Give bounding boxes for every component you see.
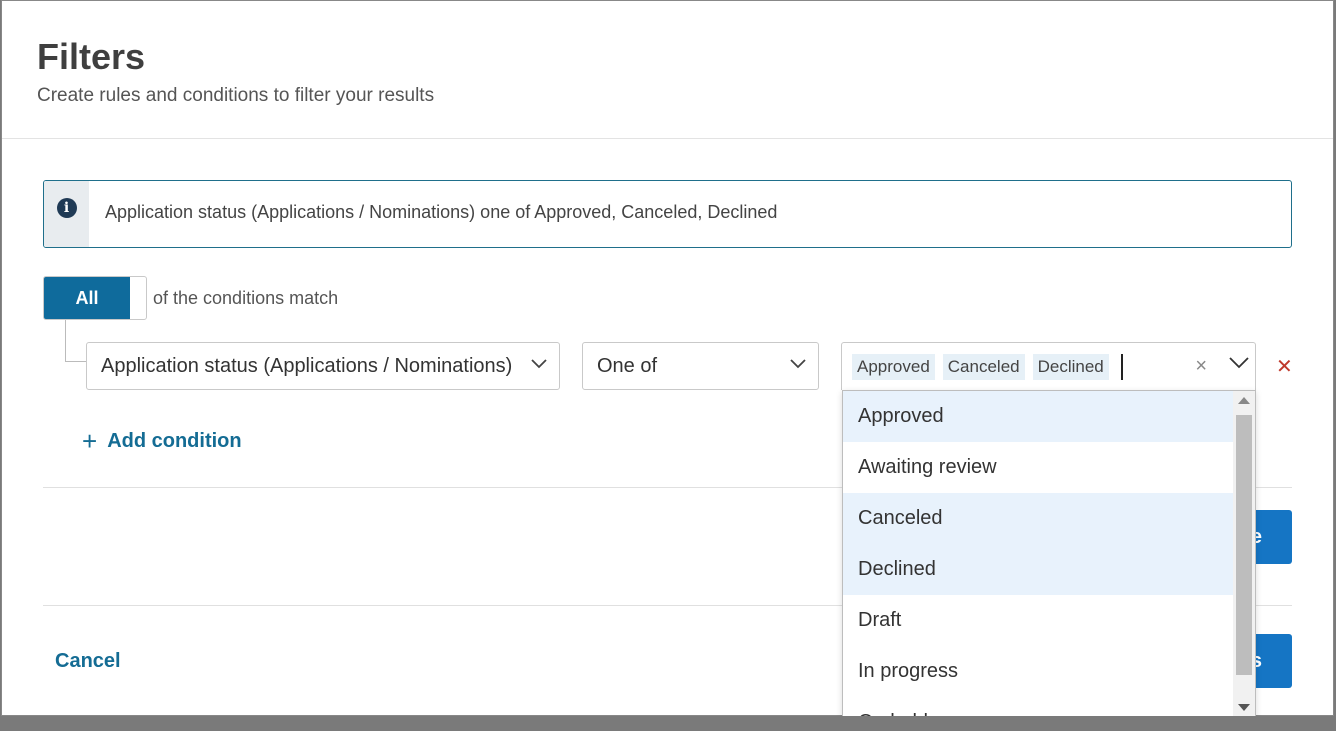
add-condition-label: Add condition [107,429,242,452]
option-canceled[interactable]: Canceled [843,493,1233,544]
modal-header: Filters Create rules and conditions to f… [2,1,1333,139]
condition-field-select[interactable]: Application status (Applications / Nomin… [86,342,560,390]
values-dropdown-list: Approved Awaiting review Canceled Declin… [842,390,1256,720]
condition-values-multiselect[interactable]: Approved Canceled Declined × [841,342,1256,390]
remove-condition-icon[interactable]: ✕ [1276,354,1293,379]
cancel-button[interactable]: Cancel [55,650,121,673]
text-cursor [1120,353,1123,380]
clear-values-icon[interactable]: × [1195,355,1207,378]
modal-subtitle: Create rules and conditions to filter yo… [37,85,435,106]
value-chip-approved[interactable]: Approved [852,353,935,380]
chevron-down-icon[interactable] [1229,357,1249,369]
scroll-down-icon[interactable] [1238,704,1250,711]
condition-operator-select[interactable]: One of [582,342,819,390]
condition-field-value: Application status (Applications / Nomin… [101,354,513,377]
filter-summary-banner: i Application status (Applications / Nom… [43,180,1292,248]
scrollbar-thumb[interactable] [1236,415,1252,675]
chevron-down-icon [531,359,547,369]
option-draft[interactable]: Draft [843,595,1233,646]
value-chip-declined[interactable]: Declined [1032,353,1109,380]
value-chip-canceled[interactable]: Canceled [942,353,1025,380]
match-all-option[interactable]: All [44,277,130,319]
condition-tree-connector [65,320,87,362]
option-declined[interactable]: Declined [843,544,1233,595]
filter-summary-text: Application status (Applications / Nomin… [105,201,778,222]
match-mode-row: All of the conditions match [43,276,338,320]
dropdown-scrollbar[interactable] [1233,391,1255,719]
modal-title: Filters [37,36,146,77]
option-awaiting-review[interactable]: Awaiting review [843,442,1233,493]
option-approved[interactable]: Approved [843,391,1233,442]
plus-icon: + [82,426,98,456]
add-condition-button[interactable]: + Add condition [82,428,242,454]
match-mode-toggle[interactable]: All [43,276,147,320]
info-icon: i [56,198,77,218]
page-background-strip [0,716,1336,731]
match-mode-label: of the conditions match [153,287,339,308]
scroll-up-icon[interactable] [1238,397,1250,404]
chevron-down-icon [790,359,806,369]
condition-operator-value: One of [597,354,658,377]
option-in-progress[interactable]: In progress [843,646,1233,697]
